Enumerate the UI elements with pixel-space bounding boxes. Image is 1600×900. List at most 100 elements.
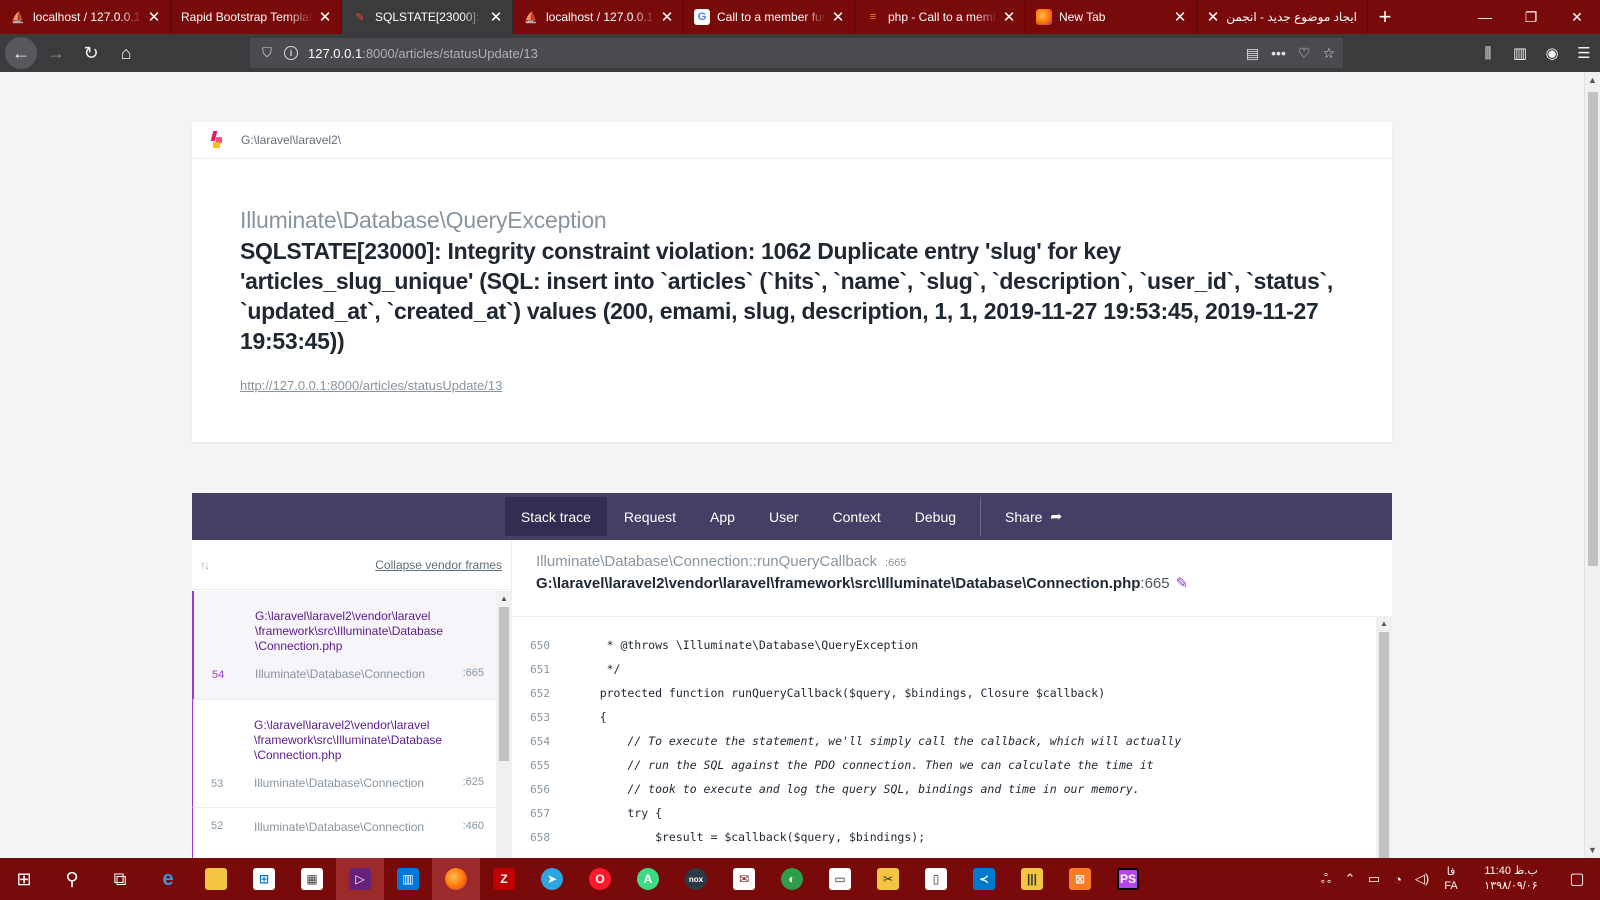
new-tab-button[interactable]: + <box>1368 0 1402 34</box>
share-button[interactable]: Share ➦ <box>988 493 1079 540</box>
firefox-icon[interactable] <box>432 858 480 900</box>
wifi-icon[interactable]: ◔ <box>1386 872 1410 887</box>
power-bi-icon[interactable]: ▥ <box>384 858 432 900</box>
scroll-thumb[interactable] <box>1379 632 1389 858</box>
vscode-icon[interactable]: ≺ <box>960 858 1008 900</box>
code-line[interactable]: 657 try { <box>512 801 1376 825</box>
task-view-icon[interactable]: ⧉ <box>96 858 144 900</box>
tab-user[interactable]: User <box>752 493 816 540</box>
tab-request[interactable]: Request <box>607 493 693 540</box>
language-indicator[interactable]: فا FA <box>1434 865 1468 893</box>
edit-pencil-icon[interactable]: ✎ <box>1176 575 1189 592</box>
volume-icon[interactable]: ◁) <box>1410 871 1434 887</box>
page-scrollbar[interactable]: ▲ ▼ <box>1584 72 1600 858</box>
stack-frame[interactable]: 53 G:\laravel\laravel2\vendor\laravel \f… <box>192 700 496 808</box>
sidebar-icon[interactable]: ▥ <box>1504 37 1536 69</box>
url-text[interactable]: 127.0.0.1:8000/articles/statusUpdate/13 <box>308 46 538 61</box>
people-icon[interactable]: ஃ <box>1314 871 1338 888</box>
file-explorer-icon[interactable] <box>192 858 240 900</box>
scroll-up-icon[interactable]: ▲ <box>1585 72 1600 88</box>
close-tab-icon[interactable]: ✕ <box>659 8 675 26</box>
search-icon[interactable]: ⚲ <box>48 858 96 900</box>
nox-icon[interactable]: nox <box>672 858 720 900</box>
document-icon[interactable]: ▯ <box>912 858 960 900</box>
code-line[interactable]: 653 { <box>512 705 1376 729</box>
scroll-thumb[interactable] <box>1588 92 1598 566</box>
browser-tab[interactable]: Rapid Bootstrap Template ✕ <box>171 0 342 34</box>
close-tab-icon[interactable]: ✕ <box>1172 8 1188 26</box>
stack-frame-selected[interactable]: 54 G:\laravel\laravel2\vendor\laravel \f… <box>192 591 496 700</box>
reader-view-icon[interactable]: ▤ <box>1246 45 1259 62</box>
tab-context[interactable]: Context <box>816 493 898 540</box>
stack-frame[interactable]: 52 Illuminate\Database\Connection :460 <box>192 808 496 858</box>
page-actions-icon[interactable]: ••• <box>1271 45 1286 61</box>
close-tab-icon[interactable]: ✕ <box>146 8 162 26</box>
shield-icon[interactable]: ⛉ <box>254 45 280 61</box>
mail-icon[interactable]: ✉ <box>720 858 768 900</box>
code-line[interactable]: 656 // took to execute and log the query… <box>512 777 1376 801</box>
forward-icon[interactable]: → <box>40 37 72 69</box>
clock[interactable]: 11:40 ب.ظ ۱۳۹۸/۰۹/۰۶ <box>1468 864 1554 894</box>
opera-icon[interactable]: O <box>576 858 624 900</box>
request-url-link[interactable]: http://127.0.0.1:8000/articles/statusUpd… <box>240 378 502 393</box>
close-tab-icon[interactable]: ✕ <box>317 8 333 26</box>
edge-icon[interactable]: e <box>144 858 192 900</box>
reload-icon[interactable]: ↻ <box>75 37 107 69</box>
close-tab-icon[interactable]: ✕ <box>488 8 504 26</box>
notification-icon[interactable]: ▢ <box>1554 869 1600 889</box>
scroll-down-icon[interactable]: ▼ <box>1585 842 1600 858</box>
tab-stack-trace[interactable]: Stack trace <box>504 497 607 536</box>
bookmark-star-icon[interactable]: ☆ <box>1322 45 1335 62</box>
code-line[interactable]: 650 * @throws \Illuminate\Database\Query… <box>512 633 1376 657</box>
scroll-up-icon[interactable]: ▲ <box>1376 616 1392 632</box>
app-icon[interactable]: ✂ <box>864 858 912 900</box>
scroll-up-icon[interactable]: ▲ <box>496 591 512 607</box>
close-window-icon[interactable]: ✕ <box>1554 0 1600 34</box>
code-line[interactable]: 655 // run the SQL against the PDO conne… <box>512 753 1376 777</box>
sort-arrows-icon[interactable]: ↑↓ <box>200 558 210 572</box>
minimize-icon[interactable]: — <box>1462 0 1508 34</box>
browser-tab[interactable]: ایجاد موضوع جدید - انجمن ✕ <box>1197 0 1368 34</box>
start-icon[interactable]: ⊞ <box>0 858 48 900</box>
home-icon[interactable]: ⌂ <box>110 37 142 69</box>
phpstorm-icon[interactable]: PS <box>1104 858 1152 900</box>
menu-icon[interactable]: ☰ <box>1568 37 1600 69</box>
notepad-icon[interactable]: ▭ <box>816 858 864 900</box>
tab-debug[interactable]: Debug <box>898 493 973 540</box>
filezilla-icon[interactable]: Z <box>480 858 528 900</box>
code-scrollbar[interactable]: ▲ <box>1376 616 1392 858</box>
scroll-thumb[interactable] <box>499 607 509 761</box>
battery-icon[interactable]: ▭ <box>1362 871 1386 887</box>
account-icon[interactable]: ◉ <box>1536 37 1568 69</box>
library-icon[interactable]: ||| <box>1008 858 1056 900</box>
library-icon[interactable]: ⫼ <box>1472 37 1504 69</box>
pocket-icon[interactable]: ♡ <box>1298 45 1311 62</box>
code-line[interactable]: 652 protected function runQueryCallback(… <box>512 681 1376 705</box>
browser-tab[interactable]: ≡ php - Call to a memb ✕ <box>855 0 1026 34</box>
telegram-icon[interactable]: ➤ <box>528 858 576 900</box>
browser-tab-active[interactable]: ✎ SQLSTATE[23000]: Integ ✕ <box>342 0 513 34</box>
code-line[interactable]: 658 $result = $callback($query, $binding… <box>512 825 1376 849</box>
close-tab-icon[interactable]: ✕ <box>1001 8 1017 26</box>
browser-tab[interactable]: G Call to a member func ✕ <box>684 0 855 34</box>
restore-icon[interactable]: ❐ <box>1508 0 1554 34</box>
chevron-up-icon[interactable]: ⌃ <box>1338 871 1362 887</box>
store-icon[interactable]: ⊞ <box>240 858 288 900</box>
frames-scrollbar[interactable]: ▲ <box>496 591 512 858</box>
android-studio-icon[interactable]: A <box>624 858 672 900</box>
address-bar[interactable]: ⛉ i 127.0.0.1:8000/articles/statusUpdate… <box>250 38 1343 68</box>
xampp-icon[interactable]: ⊠ <box>1056 858 1104 900</box>
browser-tab[interactable]: ⛵ localhost / 127.0.0.1 / ✕ <box>513 0 684 34</box>
close-tab-icon[interactable]: ✕ <box>830 8 846 26</box>
calculator-icon[interactable]: ▦ <box>288 858 336 900</box>
info-icon[interactable]: i <box>280 45 302 61</box>
back-icon[interactable]: ← <box>5 37 37 69</box>
map-icon[interactable]: ◐ <box>768 858 816 900</box>
code-line[interactable]: 654 // To execute the statement, we'll s… <box>512 729 1376 753</box>
collapse-vendor-frames-link[interactable]: Collapse vendor frames <box>375 558 502 572</box>
tab-app[interactable]: App <box>693 493 752 540</box>
visual-studio-icon[interactable]: ▷ <box>336 858 384 900</box>
code-line[interactable]: 651 */ <box>512 657 1376 681</box>
browser-tab[interactable]: ⛵ localhost / 127.0.0.1 / ✕ <box>0 0 171 34</box>
browser-tab[interactable]: o New Tab ✕ <box>1026 0 1197 34</box>
